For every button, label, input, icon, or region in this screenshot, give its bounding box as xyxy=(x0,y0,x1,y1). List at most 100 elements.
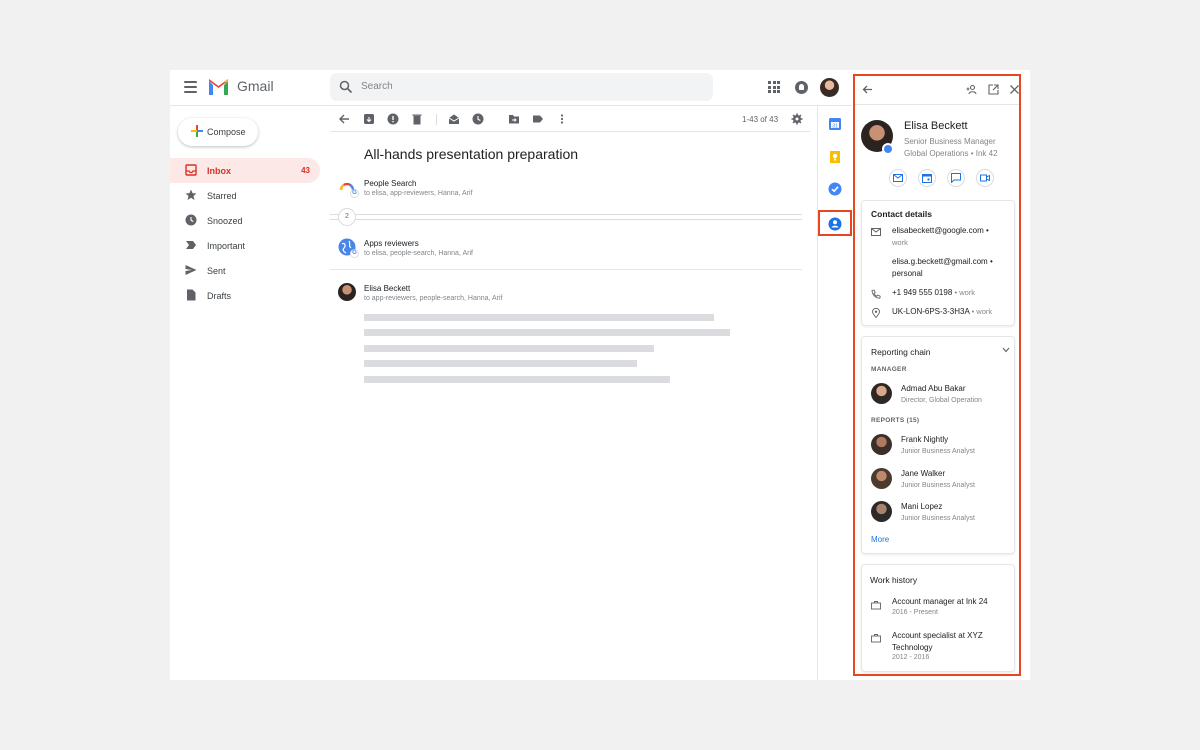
more-reports-link[interactable]: More xyxy=(871,535,889,544)
personal-email[interactable]: elisa.g.beckett@gmail.com • xyxy=(892,257,993,266)
sidebar-item-drafts[interactable]: Drafts xyxy=(170,283,320,308)
archive-icon[interactable] xyxy=(363,113,375,125)
sidebar-item-inbox[interactable]: Inbox 43 xyxy=(170,158,320,183)
side-panel-strip: 31 xyxy=(817,106,852,680)
move-to-icon[interactable] xyxy=(508,113,520,125)
thread-message[interactable]: G Apps reviewers to elisa, people-search… xyxy=(338,238,803,260)
message-recipients: to app-reviewers, people-search, Hanna, … xyxy=(364,295,503,302)
email-action-button[interactable] xyxy=(889,169,907,187)
account-avatar[interactable] xyxy=(820,78,839,97)
report-title: Junior Business Analyst xyxy=(901,515,975,522)
calendar-icon[interactable]: 31 xyxy=(828,117,842,131)
report-name[interactable]: Frank Nightly xyxy=(901,435,948,444)
google-badge-icon: G xyxy=(350,189,359,198)
search-placeholder[interactable]: Search xyxy=(361,81,393,92)
gmail-logo-icon[interactable] xyxy=(207,78,230,96)
calendar-action-button[interactable] xyxy=(918,169,936,187)
snooze-icon[interactable] xyxy=(472,113,484,125)
chat-icon xyxy=(951,173,961,183)
work-email-label: work xyxy=(892,238,908,247)
report-name[interactable]: Jane Walker xyxy=(901,469,945,478)
tasks-icon[interactable] xyxy=(828,182,842,196)
menu-icon[interactable] xyxy=(184,81,197,93)
collapsed-count-badge[interactable]: 2 xyxy=(338,208,356,226)
sidebar-item-label: Inbox xyxy=(207,166,231,176)
report-avatar[interactable] xyxy=(871,468,892,489)
keep-icon[interactable] xyxy=(828,150,842,164)
manager-name[interactable]: Admad Abu Bakar xyxy=(901,384,965,393)
chevron-down-icon[interactable] xyxy=(1002,347,1010,353)
sidebar-item-important[interactable]: Important xyxy=(170,233,320,258)
top-bar: Gmail Search xyxy=(170,70,852,106)
delete-icon[interactable] xyxy=(411,113,423,125)
mark-unread-icon[interactable] xyxy=(448,113,460,125)
sidebar-item-label: Starred xyxy=(207,191,237,201)
collapsed-messages-bar[interactable] xyxy=(330,214,802,220)
star-icon xyxy=(185,189,197,200)
card-title: Reporting chain xyxy=(871,347,931,357)
sidebar-item-sent[interactable]: Sent xyxy=(170,258,320,283)
search-bar[interactable]: Search xyxy=(330,73,713,101)
message-toolbar: 1-43 of 43 xyxy=(330,106,810,132)
office-location-row[interactable]: UK-LON-6PS-3-3H3A • work xyxy=(892,307,992,316)
reports-heading: REPORTS (15) xyxy=(871,417,920,424)
card-title: Contact details xyxy=(871,209,932,219)
manager-avatar[interactable] xyxy=(871,383,892,404)
gmail-window: Gmail Search Compose Inbox 43 Starred Sn… xyxy=(170,70,1030,680)
job-years: 2016 - Present xyxy=(892,609,938,616)
sidebar-item-label: Important xyxy=(207,241,246,251)
apps-grid-icon[interactable] xyxy=(768,81,780,93)
inbox-count-badge: 43 xyxy=(301,166,310,175)
send-icon xyxy=(185,265,197,275)
sidebar-item-label: Sent xyxy=(207,266,226,276)
sidebar-item-label: Snoozed xyxy=(207,216,243,226)
more-vert-icon[interactable] xyxy=(556,113,568,125)
gmail-wordmark: Gmail xyxy=(237,78,274,94)
report-name[interactable]: Mani Lopez xyxy=(901,502,942,511)
message-recipients: to elisa, people-search, Hanna, Arif xyxy=(364,250,473,257)
video-call-action-button[interactable] xyxy=(976,169,994,187)
phone-number: +1 949 555 0198 xyxy=(892,288,953,297)
add-person-icon[interactable] xyxy=(966,84,977,95)
thread-message[interactable]: G People Search to elisa, app-reviewers,… xyxy=(338,178,803,200)
thread-message-expanded[interactable]: Elisa Beckett to app-reviewers, people-s… xyxy=(338,283,803,305)
sidebar-item-starred[interactable]: Starred xyxy=(170,183,320,208)
message-body-placeholder-line xyxy=(364,345,654,352)
compose-label: Compose xyxy=(207,127,246,137)
close-icon[interactable] xyxy=(1009,84,1020,95)
mail-icon xyxy=(871,228,881,236)
important-icon xyxy=(186,241,196,249)
job-years: 2012 - 2016 xyxy=(892,654,930,661)
chat-action-button[interactable] xyxy=(947,169,965,187)
back-arrow-icon[interactable] xyxy=(862,84,873,95)
message-body-placeholder-line xyxy=(364,360,637,367)
message-sender: Elisa Beckett xyxy=(364,284,411,293)
settings-gear-icon[interactable] xyxy=(791,113,803,125)
compose-button[interactable]: Compose xyxy=(178,118,258,146)
manager-heading: MANAGER xyxy=(871,366,907,373)
sidebar-nav: Inbox 43 Starred Snoozed Important Sent … xyxy=(170,158,320,308)
work-email[interactable]: elisabeckett@google.com • xyxy=(892,226,989,235)
card-title: Work history xyxy=(870,575,918,585)
report-spam-icon[interactable] xyxy=(387,113,399,125)
contact-badge-icon xyxy=(882,143,894,155)
contact-panel: Elisa Beckett Senior Business Manager Gl… xyxy=(853,74,1021,676)
notification-icon[interactable] xyxy=(795,81,808,94)
location-icon xyxy=(872,308,880,318)
clock-icon xyxy=(185,214,197,226)
open-in-new-icon[interactable] xyxy=(988,84,999,95)
contacts-addon-highlight xyxy=(818,210,852,236)
back-arrow-icon[interactable] xyxy=(338,113,350,125)
label-icon[interactable] xyxy=(532,113,544,125)
work-history-card: Work history Account manager at Ink 24 2… xyxy=(861,564,1015,672)
report-title: Junior Business Analyst xyxy=(901,482,975,489)
reporting-chain-card: Reporting chain MANAGER Admad Abu Bakar … xyxy=(861,336,1015,554)
pager-text: 1-43 of 43 xyxy=(742,115,779,124)
report-avatar[interactable] xyxy=(871,501,892,522)
report-avatar[interactable] xyxy=(871,434,892,455)
message-recipients: to elisa, app-reviewers, Hanna, Arif xyxy=(364,190,473,197)
draft-icon xyxy=(187,289,196,301)
phone-number-row[interactable]: +1 949 555 0198 • work xyxy=(892,288,975,297)
mail-icon xyxy=(893,174,903,182)
sidebar-item-snoozed[interactable]: Snoozed xyxy=(170,208,320,233)
